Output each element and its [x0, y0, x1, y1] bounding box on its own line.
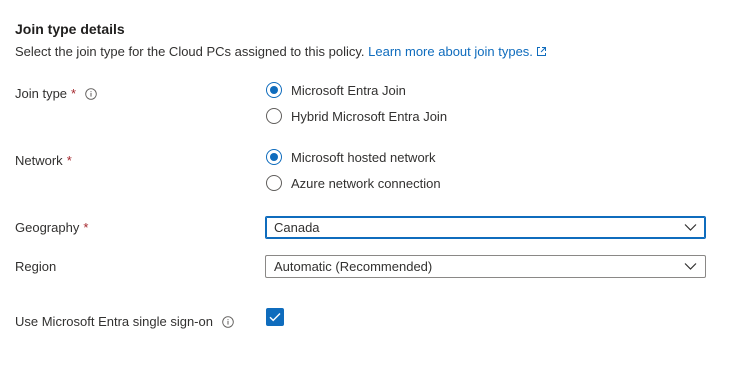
sso-checkbox[interactable]	[266, 308, 284, 326]
geography-label-text: Geography	[15, 220, 80, 235]
chevron-down-icon	[684, 263, 697, 270]
learn-more-link-text: Learn more about join types.	[368, 44, 533, 59]
section-description: Select the join type for the Cloud PCs a…	[15, 44, 547, 59]
geography-selected-value: Canada	[274, 220, 320, 235]
chevron-down-icon	[684, 224, 697, 231]
learn-more-link[interactable]: Learn more about join types.	[368, 44, 547, 59]
region-dropdown[interactable]: Automatic (Recommended)	[265, 255, 706, 278]
external-link-icon	[536, 47, 546, 56]
region-label-text: Region	[15, 259, 57, 274]
radio-button[interactable]	[266, 175, 282, 191]
geography-label: Geography *	[15, 220, 88, 235]
sso-label-text: Use Microsoft Entra single sign-on	[15, 314, 213, 329]
network-label: Network *	[15, 153, 72, 168]
sso-label: Use Microsoft Entra single sign-on	[15, 314, 234, 329]
description-text: Select the join type for the Cloud PCs a…	[15, 44, 365, 59]
radio-hybrid-microsoft-entra-join[interactable]: Hybrid Microsoft Entra Join	[266, 108, 447, 124]
radio-label: Hybrid Microsoft Entra Join	[291, 108, 448, 124]
checkmark-icon	[269, 313, 281, 322]
radio-button[interactable]	[266, 108, 282, 124]
network-label-text: Network	[15, 153, 63, 168]
radio-microsoft-hosted-network[interactable]: Microsoft hosted network	[266, 149, 436, 165]
radio-button-selected[interactable]	[266, 82, 282, 98]
info-icon[interactable]	[222, 315, 234, 328]
join-type-label: Join type *	[15, 86, 97, 101]
required-mark: *	[66, 153, 72, 168]
section-title: Join type details	[15, 21, 125, 37]
region-label: Region	[15, 259, 56, 274]
radio-label: Microsoft Entra Join	[291, 82, 406, 98]
radio-label: Azure network connection	[291, 175, 441, 191]
radio-azure-network-connection[interactable]: Azure network connection	[266, 175, 441, 191]
join-type-label-text: Join type	[15, 86, 68, 101]
join-type-details-page: Join type details Select the join type f…	[0, 0, 749, 368]
info-icon[interactable]	[85, 87, 97, 100]
radio-microsoft-entra-join[interactable]: Microsoft Entra Join	[266, 82, 406, 98]
region-selected-value: Automatic (Recommended)	[274, 259, 433, 274]
radio-button-selected[interactable]	[266, 149, 282, 165]
radio-label: Microsoft hosted network	[291, 149, 436, 165]
required-mark: *	[71, 86, 77, 101]
required-mark: *	[83, 220, 89, 235]
geography-dropdown[interactable]: Canada	[265, 216, 706, 239]
